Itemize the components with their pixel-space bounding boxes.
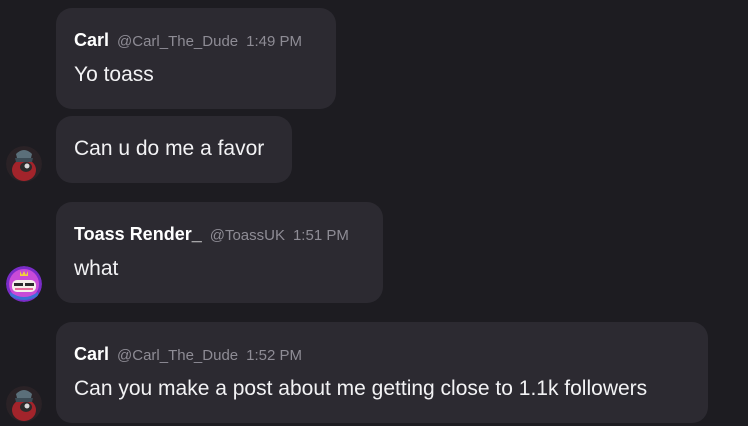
author-name[interactable]: Carl	[74, 30, 109, 51]
message-header: Toass Render_ @ToassUK 1:51 PM	[74, 224, 349, 245]
author-handle[interactable]: @Carl_The_Dude	[117, 347, 238, 364]
message-text: Can you make a post about me getting clo…	[74, 377, 648, 400]
message-bubble[interactable]: Carl @Carl_The_Dude 1:52 PM Can you make…	[56, 322, 708, 423]
message-bubble[interactable]: Can u do me a favor	[56, 116, 292, 183]
chat-thread: Carl @Carl_The_Dude 1:49 PM Yo toass Can…	[0, 0, 748, 426]
message-text: what	[74, 257, 119, 280]
message-text: Yo toass	[74, 63, 154, 86]
message-bubble[interactable]: Toass Render_ @ToassUK 1:51 PM what	[56, 202, 383, 303]
message-timestamp: 1:52 PM	[246, 347, 303, 364]
author-name[interactable]: Carl	[74, 344, 109, 365]
message-timestamp: 1:51 PM	[292, 227, 349, 244]
carl-avatar-icon[interactable]	[6, 146, 42, 182]
message-timestamp: 1:49 PM	[246, 33, 303, 50]
author-handle[interactable]: @Carl_The_Dude	[117, 33, 238, 50]
message-header: Carl @Carl_The_Dude 1:52 PM	[74, 344, 302, 365]
carl-avatar-icon[interactable]	[6, 386, 42, 422]
message-text: Can u do me a favor	[74, 137, 265, 160]
message-bubble[interactable]: Carl @Carl_The_Dude 1:49 PM Yo toass	[56, 8, 336, 109]
author-handle[interactable]: @ToassUK	[210, 227, 285, 244]
message-header: Carl @Carl_The_Dude 1:49 PM	[74, 30, 302, 51]
toass-avatar-icon[interactable]	[6, 266, 42, 302]
author-name[interactable]: Toass Render_	[74, 224, 202, 245]
